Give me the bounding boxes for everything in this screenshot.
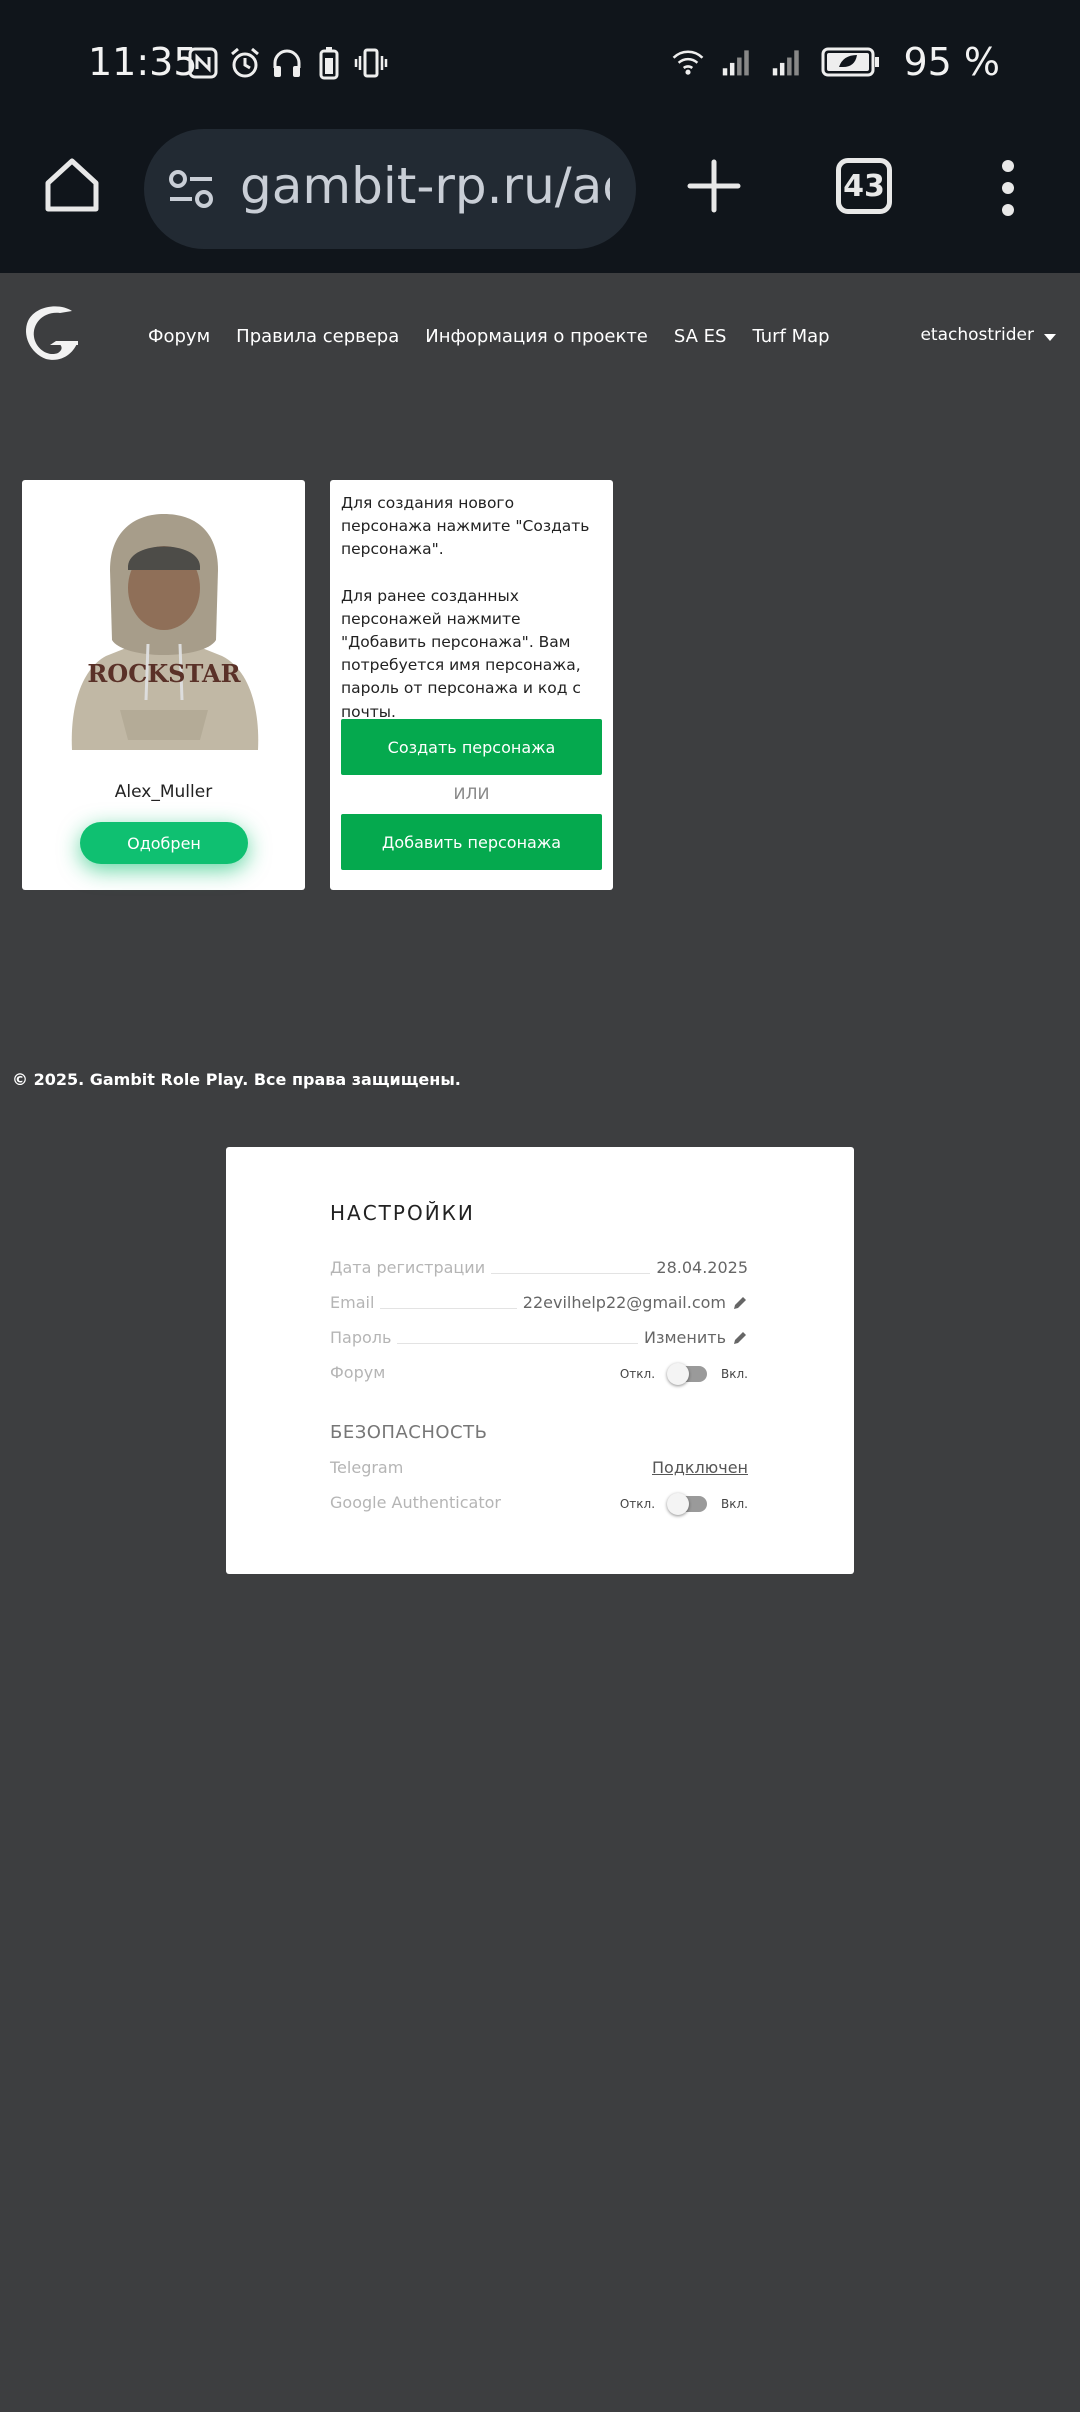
battery-icon	[821, 45, 881, 79]
alarm-icon	[228, 46, 262, 80]
settings-row-google-auth: Google Authenticator Откл. Вкл.	[330, 1488, 748, 1515]
settings-row-forum: Форум Откл. Вкл.	[330, 1358, 748, 1385]
instruction-create: Для создания нового персонажа нажмите "С…	[341, 494, 590, 559]
forum-toggle-group: Откл. Вкл.	[619, 1363, 748, 1385]
settings-title: НАСТРОЙКИ	[330, 1201, 475, 1225]
instructions: Для создания нового персонажа нажмите "С…	[341, 492, 607, 747]
settings-panel: НАСТРОЙКИ Дата регистрации 28.04.2025 Em…	[226, 1147, 854, 1574]
shirt-print: ROCKSTAR	[87, 659, 241, 688]
character-card: ROCKSTAR Alex_Muller Одобрен	[22, 480, 305, 890]
status-icons-right: 95 %	[671, 40, 1000, 84]
settings-content: НАСТРОЙКИ Дата регистрации 28.04.2025 Em…	[330, 1201, 748, 1515]
character-avatar: ROCKSTAR	[54, 510, 274, 750]
settings-row-password: Пароль Изменить	[330, 1323, 748, 1347]
toggle-on-label: Вкл.	[721, 1497, 748, 1511]
google-auth-toggle-group: Откл. Вкл.	[619, 1493, 748, 1515]
browser-toolbar: gambit-rp.ru/account 43	[0, 128, 1080, 252]
headphones-icon	[270, 46, 304, 80]
browser-chrome: 11:35 95 % gambit-rp.ru/a 43	[0, 0, 1080, 273]
url-text[interactable]: gambit-rp.ru/account	[240, 157, 610, 215]
security-title: БЕЗОПАСНОСТЬ	[330, 1422, 488, 1443]
toggle-off-label: Откл.	[619, 1367, 656, 1381]
password-change-wrap[interactable]: Изменить	[644, 1328, 748, 1347]
nav-link-forum[interactable]: Форум	[148, 326, 210, 347]
dot-icon	[1002, 182, 1014, 194]
nav-links: Форум Правила сервера Информация о проек…	[148, 326, 830, 347]
status-icons-left	[186, 46, 388, 80]
nav-link-info[interactable]: Информация о проекте	[425, 326, 648, 347]
status-bar: 11:35 95 %	[0, 0, 1080, 132]
google-auth-toggle[interactable]	[667, 1493, 708, 1515]
nfc-icon	[186, 46, 220, 80]
settings-row-reg-date: Дата регистрации 28.04.2025	[330, 1253, 748, 1277]
signal-icon	[721, 45, 755, 79]
forum-toggle[interactable]	[667, 1363, 708, 1385]
instruction-add: Для ранее созданных персонажей нажмите "…	[341, 586, 581, 721]
gambit-logo-icon	[26, 306, 78, 360]
settings-row-email: Email 22evilhelp22@gmail.com	[330, 1288, 748, 1312]
nav-link-rules[interactable]: Правила сервера	[236, 326, 399, 347]
toggle-knob	[667, 1363, 690, 1385]
status-time: 11:35	[88, 40, 198, 84]
toggle-on-label: Вкл.	[721, 1367, 748, 1381]
username[interactable]: etachostrider	[920, 325, 1034, 345]
dot-icon	[1002, 160, 1014, 172]
pencil-icon[interactable]	[732, 1295, 748, 1311]
wifi-icon	[671, 45, 705, 79]
forum-label: Форум	[330, 1363, 386, 1382]
new-tab-button[interactable]	[684, 156, 744, 216]
settings-row-telegram: Telegram Подключен	[330, 1453, 748, 1477]
character-name: Alex_Muller	[114, 782, 213, 802]
reg-date-value: 28.04.2025	[656, 1258, 748, 1277]
email-label: Email	[330, 1293, 375, 1312]
telegram-status-link[interactable]: Подключен	[652, 1458, 748, 1477]
battery-percent: 95 %	[903, 40, 1000, 84]
telegram-label: Telegram	[330, 1458, 404, 1477]
home-button[interactable]	[40, 153, 104, 217]
toggle-knob	[667, 1493, 690, 1515]
home-icon	[45, 158, 99, 212]
password-change-link[interactable]: Изменить	[644, 1328, 726, 1347]
email-value-wrap[interactable]: 22evilhelp22@gmail.com	[523, 1293, 748, 1312]
create-character-button[interactable]: Создать персонажа	[341, 719, 602, 775]
toggle-off-label: Откл.	[619, 1497, 656, 1511]
row-divider	[491, 1273, 651, 1274]
google-auth-label: Google Authenticator	[330, 1493, 501, 1512]
add-character-button[interactable]: Добавить персонажа	[341, 814, 602, 870]
row-divider	[397, 1343, 638, 1344]
pencil-icon[interactable]	[732, 1330, 748, 1346]
vibrate-icon	[354, 46, 388, 80]
signal-icon	[771, 45, 805, 79]
user-menu[interactable]: etachostrider	[920, 325, 1056, 345]
nav-link-sa-es[interactable]: SA ES	[674, 326, 727, 347]
email-value: 22evilhelp22@gmail.com	[522, 1293, 726, 1312]
battery-saver-icon	[312, 46, 346, 80]
caret-down-icon	[1044, 333, 1056, 341]
footer-copyright: © 2025. Gambit Role Play. Все права защи…	[12, 1070, 461, 1089]
site-settings-icon[interactable]	[168, 169, 214, 209]
site-navbar: Форум Правила сервера Информация о проек…	[0, 273, 1080, 398]
password-label: Пароль	[330, 1328, 392, 1347]
plus-icon	[687, 159, 741, 213]
reg-date-label: Дата регистрации	[330, 1258, 486, 1277]
or-separator: ИЛИ	[453, 784, 490, 803]
tab-switcher-button[interactable]: 43	[836, 158, 892, 214]
row-divider	[380, 1308, 517, 1309]
nav-link-turf-map[interactable]: Turf Map	[752, 326, 829, 347]
approved-status-button[interactable]: Одобрен	[80, 822, 248, 864]
add-character-card: Для создания нового персонажа нажмите "С…	[330, 480, 613, 890]
browser-menu-button[interactable]	[990, 160, 1026, 216]
address-bar[interactable]: gambit-rp.ru/account	[144, 129, 636, 249]
dot-icon	[1002, 204, 1014, 216]
site-logo[interactable]	[20, 301, 86, 367]
